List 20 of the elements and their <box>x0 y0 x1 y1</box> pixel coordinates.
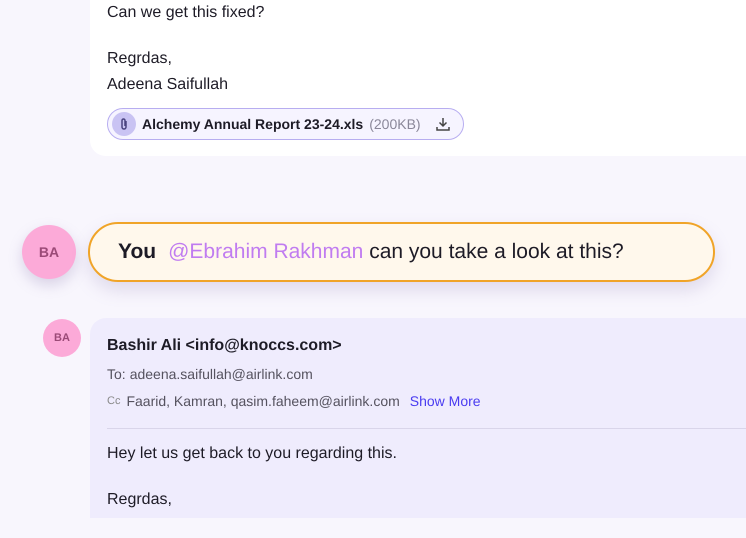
email-body-line: Regrdas, <box>107 49 173 69</box>
show-more-link[interactable]: Show More <box>410 391 481 412</box>
email-sender: Bashir Ali <info@knoccs.com> <box>107 336 343 356</box>
cc-addresses: Faarid, Kamran, qasim.faheem@airlink.com <box>126 392 400 411</box>
to-address: adeena.saifullah@airlink.com <box>130 365 313 384</box>
download-icon[interactable] <box>434 116 451 132</box>
attachment-size: (200KB) <box>369 114 421 134</box>
avatar: BA <box>22 225 76 279</box>
email-body-line: Regrdas, <box>107 490 173 510</box>
cc-label: Cc <box>107 394 120 410</box>
attachment-chip[interactable]: Alchemy Annual Report 23-24.xls (200KB) <box>107 108 464 140</box>
email-body-line: Adeena Saifullah <box>107 75 229 95</box>
paperclip-icon <box>112 112 136 136</box>
email-body-line: Can we get this fixed? <box>107 3 266 23</box>
avatar: BA <box>43 319 81 357</box>
email-body-line: Hey let us get back to you regarding this. <box>107 444 398 464</box>
attachment-name: Alchemy Annual Report 23-24.xls <box>142 114 364 134</box>
comment-text: @Ebrahim Rakhman can you take a look at this? <box>168 239 624 266</box>
comment-author: You <box>118 239 156 266</box>
to-label: To: <box>107 365 126 384</box>
